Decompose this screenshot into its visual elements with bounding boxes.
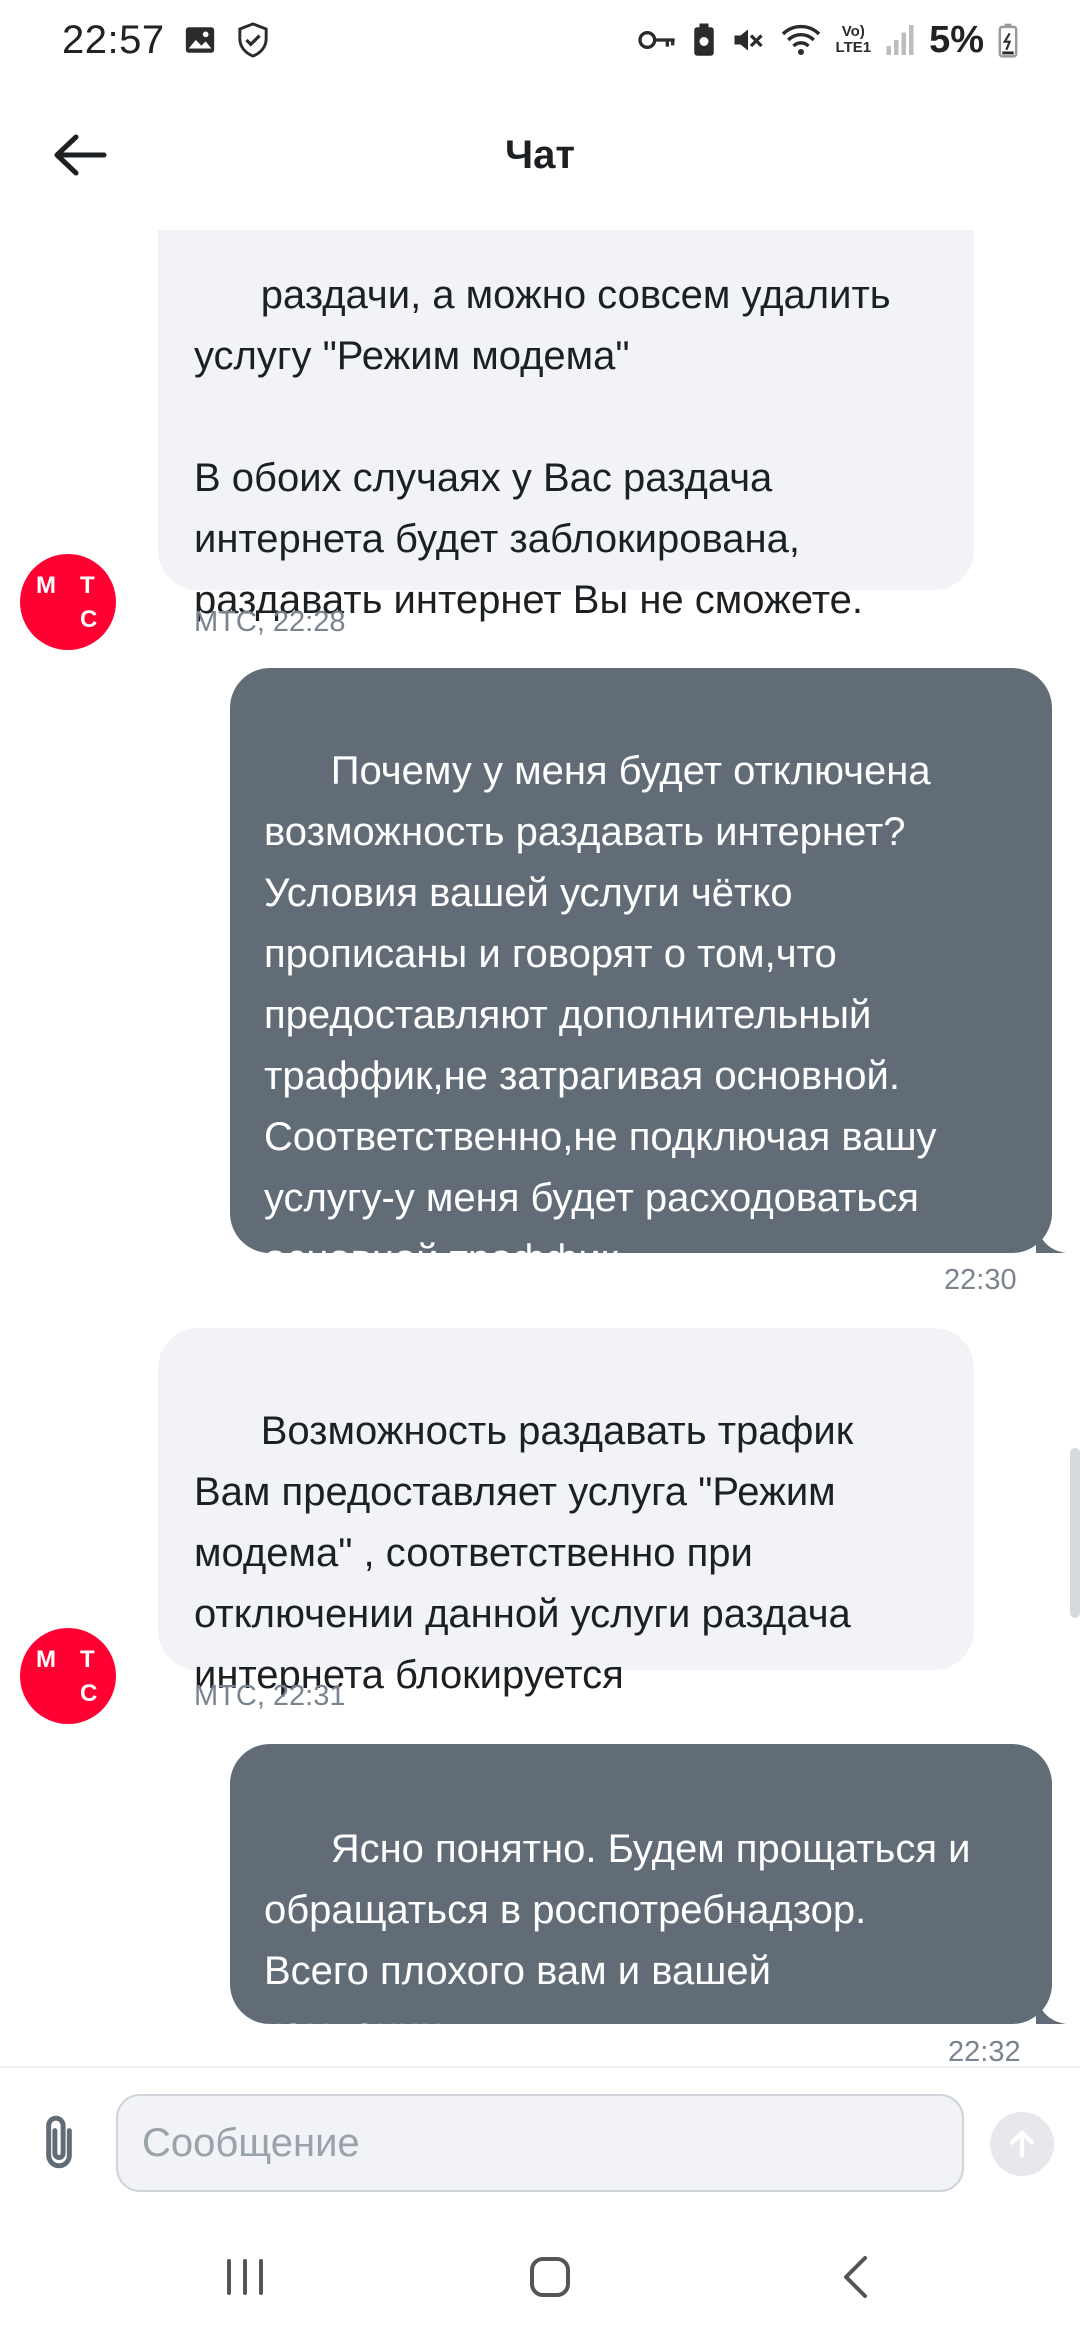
volte-label: Vo) [841,23,865,40]
avatar-letter: С [80,606,98,633]
recent-apps-icon [227,2259,263,2295]
status-time: 22:57 [62,17,165,62]
page-title: Чат [505,132,575,177]
battery-saver-icon [692,22,716,58]
lte-label: LTE1 [835,39,872,56]
status-left: 22:57 [62,18,271,63]
chat-screen: 22:57 Vo) LTE1 5% Чат раздачи, а можно с… [0,0,1080,2340]
system-nav-bar [0,2214,1080,2340]
back-nav-button[interactable] [820,2242,890,2312]
message-meta: 22:32 [948,2036,1021,2066]
shield-check-icon [235,21,271,59]
mts-avatar: М Т С [20,554,116,650]
avatar-letter: М [36,1646,56,1673]
home-icon [530,2257,570,2297]
mts-avatar: М Т С [20,1628,116,1724]
send-button[interactable] [990,2112,1054,2176]
message-composer [0,2066,1080,2214]
wifi-icon [780,23,822,57]
paperclip-icon [46,2115,72,2169]
bubble-tail [1036,1224,1066,1253]
recent-apps-button[interactable] [210,2242,280,2312]
message-text: Почему у меня будет отключена возможност… [264,749,937,1281]
scrollbar[interactable] [1070,1448,1080,1618]
avatar-letter: С [80,1680,98,1707]
message-meta: МТС, 22:31 [194,1680,346,1712]
message-bubble-outgoing[interactable]: Почему у меня будет отключена возможност… [230,668,1052,1281]
message-bubble-incoming[interactable]: раздачи, а можно совсем удалить услугу "… [158,230,974,622]
arrow-up-icon [1009,2130,1035,2158]
chevron-left-icon [844,2256,867,2298]
avatar-letter: Т [80,1646,95,1673]
gallery-icon [183,23,217,57]
volte-lte-icon: Vo) LTE1 [836,24,872,56]
message-bubble-outgoing[interactable]: Ясно понятно. Будем прощаться и обращать… [230,1744,1052,2054]
message-text: Возможность раздавать трафик Вам предост… [194,1409,854,1697]
signal-icon [885,23,915,57]
mute-icon [730,22,766,58]
message-text: раздачи, а можно совсем удалить услугу "… [194,273,891,622]
chat-header: Чат [0,80,1080,230]
status-right: Vo) LTE1 5% [637,18,1018,62]
message-text: Ясно понятно. Будем прощаться и обращать… [264,1827,971,2054]
message-list[interactable]: раздачи, а можно совсем удалить услугу "… [0,230,1080,2066]
status-bar: 22:57 Vo) LTE1 5% [0,0,1080,80]
message-bubble-incoming[interactable]: Возможность раздавать трафик Вам предост… [158,1328,974,1697]
back-button[interactable] [44,120,114,190]
battery-percent: 5% [929,18,984,61]
battery-icon [998,22,1018,58]
message-meta: 22:30 [944,1264,1017,1296]
bubble-tail [1036,1995,1066,2024]
home-button[interactable] [515,2242,585,2312]
key-icon [637,27,678,53]
message-meta: МТС, 22:28 [194,606,346,638]
avatar-letter: М [36,572,56,599]
attach-button[interactable] [34,2112,84,2174]
avatar-letter: Т [80,572,95,599]
arrow-left-icon [54,134,107,176]
message-input[interactable] [116,2094,964,2192]
